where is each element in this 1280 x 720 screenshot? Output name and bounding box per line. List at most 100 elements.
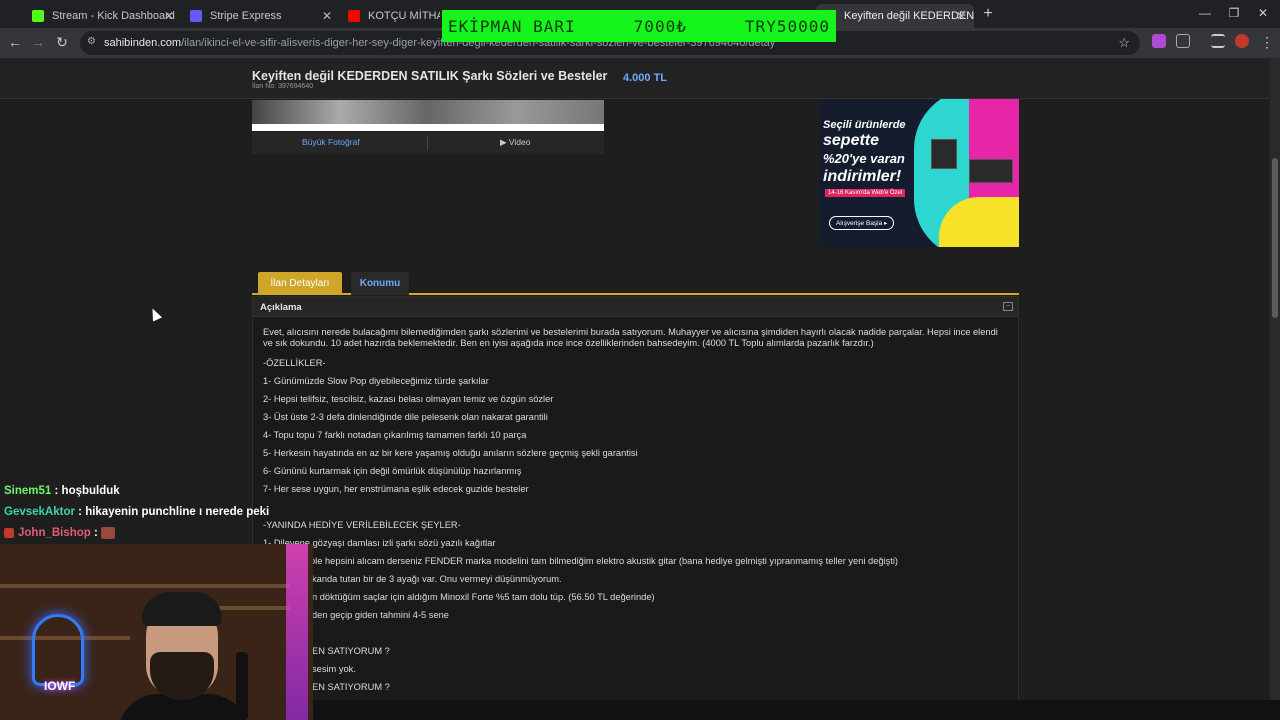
collapse-icon[interactable]: − (1003, 302, 1013, 311)
chat-text: : hoşbulduk (54, 485, 120, 497)
feature-item: 7- Her sese uygun, her enstrümana eşlik … (263, 484, 529, 494)
puzzle-icon[interactable] (1176, 34, 1190, 48)
restore-icon[interactable]: ❐ (1227, 6, 1241, 20)
advertisement-banner[interactable]: Seçili ürünlerde sepette %20'ye varan in… (819, 99, 1019, 247)
emote-icon (101, 527, 116, 539)
question-line: EN SATIYORUM ? (312, 682, 390, 692)
features-header: -ÖZELLİKLER- (263, 358, 326, 368)
photo-links: Büyük Fotoğraf ▶ Video (252, 132, 604, 154)
listing-price: 4.000 TL (623, 72, 668, 84)
extension-icon[interactable] (1152, 34, 1166, 48)
ad-line-3: %20'ye varan (823, 151, 905, 166)
goal-label: EKİPMAN BARI (448, 16, 576, 36)
reading-list-icon[interactable] (1211, 34, 1225, 48)
shelf (0, 584, 290, 588)
panel-header: Açıklama − (253, 297, 1018, 317)
feature-item: 5- Herkesin hayatında en az bir kere yaş… (263, 448, 638, 458)
tab-title: KOTÇU MİTHAT - YouT (368, 10, 440, 22)
large-photo-link[interactable]: Büyük Fotoğraf (302, 137, 360, 147)
equipment-goal-bar: EKİPMAN BARI 7000₺ TRY50000 (442, 10, 836, 42)
microphone-icon (236, 652, 248, 720)
tab-title: Stripe Express (210, 10, 282, 22)
neon-lamp (286, 544, 308, 720)
window-close-icon[interactable]: ✕ (1256, 6, 1270, 20)
chat-username: Sinem51 (4, 485, 52, 497)
tab-kick-dashboard[interactable]: Stream - Kick Dashboard ✕ (24, 4, 182, 28)
tab-listing-details[interactable]: İlan Detayları (258, 272, 342, 295)
listing-number: İlan No: 397694640 (252, 83, 314, 90)
chat-message: Sinem51 : hoşbulduk (4, 485, 120, 497)
chat-text: : hikayenin punchline ı nerede peki (78, 506, 270, 518)
kick-icon (32, 10, 44, 22)
bottom-bar (313, 700, 1280, 720)
gifts-header: -YANINDA HEDİYE VERİLEBİLECEK ŞEYLER- (263, 520, 461, 530)
subscriber-badge-icon (4, 528, 14, 538)
profile-icon[interactable] (1235, 34, 1249, 48)
streamer-beard (150, 652, 214, 700)
chat-text: : (94, 527, 98, 540)
scroll-thumb[interactable] (1272, 158, 1278, 318)
ad-shape (969, 99, 1019, 209)
tab-sahibinden-listing[interactable]: Keyiften değil KEDERDEN SATILIK ✕ (816, 4, 974, 28)
listing-title: Keyiften değil KEDERDEN SATILIK Şarkı Sö… (252, 69, 608, 83)
feature-item: 6- Gününü kurtarmak için değil ömürlük d… (263, 466, 522, 476)
close-icon[interactable]: ✕ (956, 9, 966, 23)
question-line: EN SATIYORUM ? (312, 646, 390, 656)
feature-item: 4- Topu topu 7 farklı notadan çıkarılmış… (263, 430, 527, 440)
reload-icon[interactable]: ↻ (54, 34, 70, 51)
goal-target: TRY50000 (744, 16, 830, 36)
appliance-image (931, 139, 957, 169)
webcam-feed: IOWF (0, 544, 313, 720)
listing-photo[interactable] (252, 100, 604, 124)
gift-item: n döktüğüm saçlar için aldığım Minoxil F… (312, 592, 655, 602)
page-scrollbar[interactable] (1270, 58, 1280, 700)
site-info-icon[interactable]: ⚙ (87, 36, 96, 47)
goal-amount: 7000₺ (633, 16, 687, 36)
tab-location[interactable]: Konumu (351, 272, 409, 295)
new-tab-icon[interactable]: + (980, 5, 996, 23)
youtube-icon (348, 10, 360, 22)
chat-username: GevsekAktor (4, 506, 75, 518)
close-icon[interactable]: ✕ (164, 9, 174, 23)
ad-date-badge: 14-16 Kasım'da Web'e Özel (825, 189, 906, 197)
chat-username: John_Bishop (18, 527, 91, 540)
laptop-image (969, 159, 1013, 183)
divider (427, 136, 428, 150)
tab-youtube[interactable]: KOTÇU MİTHAT - YouT (340, 4, 440, 28)
chat-message: John_Bishop : (4, 527, 116, 540)
listing-tabs: İlan Detayları Konumu (252, 270, 1019, 295)
section-title: Açıklama (260, 302, 302, 313)
feature-item: 2- Hepsi telifsiz, tescilsiz, kazası bel… (263, 394, 554, 404)
shelf (210, 606, 290, 610)
photo-thumb-strip (252, 124, 604, 131)
video-link-label: Video (508, 137, 531, 147)
gift-item: den geçip giden tahmini 4-5 sene (312, 610, 449, 620)
tab-title: Stream - Kick Dashboard (52, 10, 175, 22)
answer-line: sesim yok. (312, 664, 356, 674)
ad-line-4: indirimler! (823, 168, 902, 185)
tab-title: Keyiften değil KEDERDEN SATILIK (844, 10, 974, 22)
forward-icon[interactable]: → (30, 34, 46, 50)
tab-stripe-express[interactable]: Stripe Express ✕ (182, 4, 340, 28)
back-icon[interactable]: ← (7, 34, 23, 50)
neon-sign-icon (32, 614, 84, 686)
description-text: Evet, alıcısını nerede bulacağımı bileme… (263, 327, 998, 348)
gift-item: ple hepsini alıcam derseniz FENDER marka… (310, 556, 899, 566)
feature-item: 1- Günümüzde Slow Pop diyebileceğimiz tü… (263, 376, 489, 386)
bookmark-star-icon[interactable]: ☆ (1118, 35, 1130, 51)
video-link[interactable]: ▶ Video (500, 137, 531, 148)
minimize-icon[interactable]: — (1198, 6, 1212, 20)
close-icon[interactable]: ✕ (322, 9, 332, 23)
gift-item: kanda tutan bir de 3 ayağı var. Onu verm… (312, 574, 562, 584)
neon-sign-text: IOWF (44, 679, 76, 693)
url-domain: sahibinden.com (104, 37, 182, 49)
feature-item: 3- Üst üste 2-3 defa dinlendiğinde dile … (263, 412, 548, 422)
ad-shop-label: Alışverişe Başla (836, 220, 883, 227)
streamer-hair (142, 592, 222, 626)
ad-shop-button[interactable]: Alışverişe Başla ▸ (829, 216, 895, 230)
chat-message: GevsekAktor : hikayenin punchline ı nere… (4, 506, 269, 518)
ad-line-2: sepette (823, 132, 880, 149)
stripe-icon (190, 10, 202, 22)
menu-icon[interactable]: ⋮ (1259, 34, 1275, 51)
ad-line-1: Seçili ürünlerde (823, 119, 906, 131)
